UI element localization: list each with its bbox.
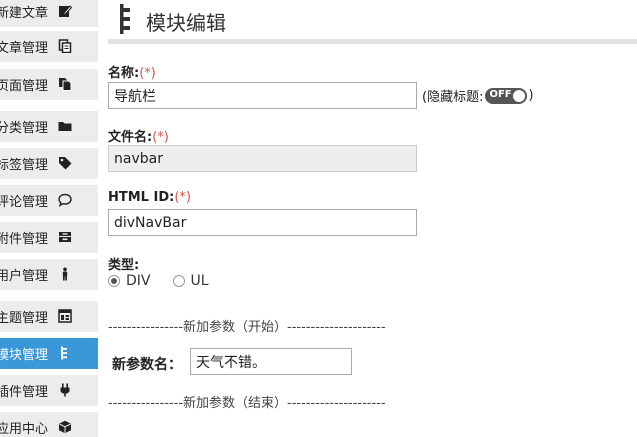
new-param-input[interactable] xyxy=(190,348,352,375)
name-input[interactable] xyxy=(108,82,417,109)
type-option-label: UL xyxy=(190,273,209,289)
comment-icon xyxy=(58,193,72,207)
sidebar-item-label: 评论管理 xyxy=(0,195,49,210)
sidebar-item-label: 文章管理 xyxy=(0,41,49,56)
hide-title-toggle[interactable]: OFF xyxy=(485,87,528,104)
tree-icon xyxy=(118,4,134,34)
sidebar-item-app-center[interactable]: 应用中心 xyxy=(0,412,98,437)
name-label: 名称:(*) xyxy=(108,62,156,81)
type-label: 类型: xyxy=(108,258,140,273)
sidebar-item-label: 模块管理 xyxy=(0,348,49,363)
radio-div[interactable] xyxy=(108,275,120,287)
inbox-icon xyxy=(58,230,72,244)
param-start-divider: ----------------新加参数（开始）----------------… xyxy=(108,320,386,335)
htmlid-label: HTML ID:(*) xyxy=(108,190,191,205)
type-option-ul[interactable]: UL xyxy=(172,273,209,289)
edit-icon xyxy=(58,4,72,18)
sidebar-item-label: 主题管理 xyxy=(0,311,49,326)
sidebar-item-label: 新建文章 xyxy=(0,6,49,21)
required-mark: (*) xyxy=(139,66,156,81)
sidebar-item-module-manage[interactable]: 模块管理 xyxy=(0,338,98,369)
sidebar-item-new-article[interactable]: 新建文章 xyxy=(0,0,98,27)
sidebar-item-label: 用户管理 xyxy=(0,269,49,284)
type-radio-group: DIV UL xyxy=(108,273,231,289)
sidebar-item-label: 附件管理 xyxy=(0,232,49,247)
sidebar-item-theme-manage[interactable]: 主题管理 xyxy=(0,301,98,332)
hide-title-control: (隐藏标题: OFF ) xyxy=(422,86,534,105)
new-param-label: 新参数名： xyxy=(112,357,182,373)
toggle-state-text: OFF xyxy=(489,88,512,100)
htmlid-label-text: HTML ID: xyxy=(108,190,175,205)
tree-icon xyxy=(58,346,72,360)
sidebar-item-label: 应用中心 xyxy=(0,422,49,437)
copy-icon xyxy=(58,39,72,53)
sidebar-item-category-manage[interactable]: 分类管理 xyxy=(0,111,98,142)
person-icon xyxy=(58,267,72,281)
hide-title-label: (隐藏标题: xyxy=(422,90,484,105)
sidebar-item-label: 分类管理 xyxy=(0,121,49,136)
filename-label-text: 文件名: xyxy=(108,130,153,145)
sidebar-item-label: 页面管理 xyxy=(0,79,49,94)
sidebar-item-user-manage[interactable]: 用户管理 xyxy=(0,259,98,290)
page-title: 模块编辑 xyxy=(146,11,226,35)
param-end-divider: ----------------新加参数（结束）----------------… xyxy=(108,396,386,411)
toggle-knob xyxy=(513,89,526,102)
box-icon xyxy=(58,420,72,434)
title-divider xyxy=(108,39,637,44)
title-bar: 模块编辑 xyxy=(108,0,637,44)
filename-input[interactable] xyxy=(108,145,417,172)
sidebar-item-plugin-manage[interactable]: 插件管理 xyxy=(0,375,98,406)
required-mark: (*) xyxy=(174,190,191,205)
sidebar-item-attachment-manage[interactable]: 附件管理 xyxy=(0,222,98,253)
required-mark: (*) xyxy=(152,130,169,145)
htmlid-input[interactable] xyxy=(108,209,417,236)
hide-title-close-paren: ) xyxy=(528,88,534,103)
plug-icon xyxy=(58,383,72,397)
sidebar-item-label: 插件管理 xyxy=(0,385,49,400)
sidebar-item-label: 标签管理 xyxy=(0,158,49,173)
files-icon xyxy=(58,77,72,91)
name-label-text: 名称: xyxy=(108,66,140,81)
layout-icon xyxy=(58,309,72,323)
radio-ul[interactable] xyxy=(172,275,185,287)
type-option-label: DIV xyxy=(126,273,151,289)
type-option-div[interactable]: DIV xyxy=(108,273,151,289)
sidebar-item-comment-manage[interactable]: 评论管理 xyxy=(0,185,98,216)
tag-icon xyxy=(58,156,72,170)
filename-label: 文件名:(*) xyxy=(108,126,169,145)
sidebar-item-article-manage[interactable]: 文章管理 xyxy=(0,31,98,62)
sidebar-item-page-manage[interactable]: 页面管理 xyxy=(0,69,98,100)
folder-icon xyxy=(58,119,72,133)
sidebar: 新建文章 文章管理 页面管理 分类管理 标签管理 评论管理 附件管理 用户管理 … xyxy=(0,0,98,437)
main-panel: 模块编辑 名称:(*) (隐藏标题: OFF ) 文件名:(*) HTML ID… xyxy=(108,0,637,437)
sidebar-item-tag-manage[interactable]: 标签管理 xyxy=(0,148,98,179)
